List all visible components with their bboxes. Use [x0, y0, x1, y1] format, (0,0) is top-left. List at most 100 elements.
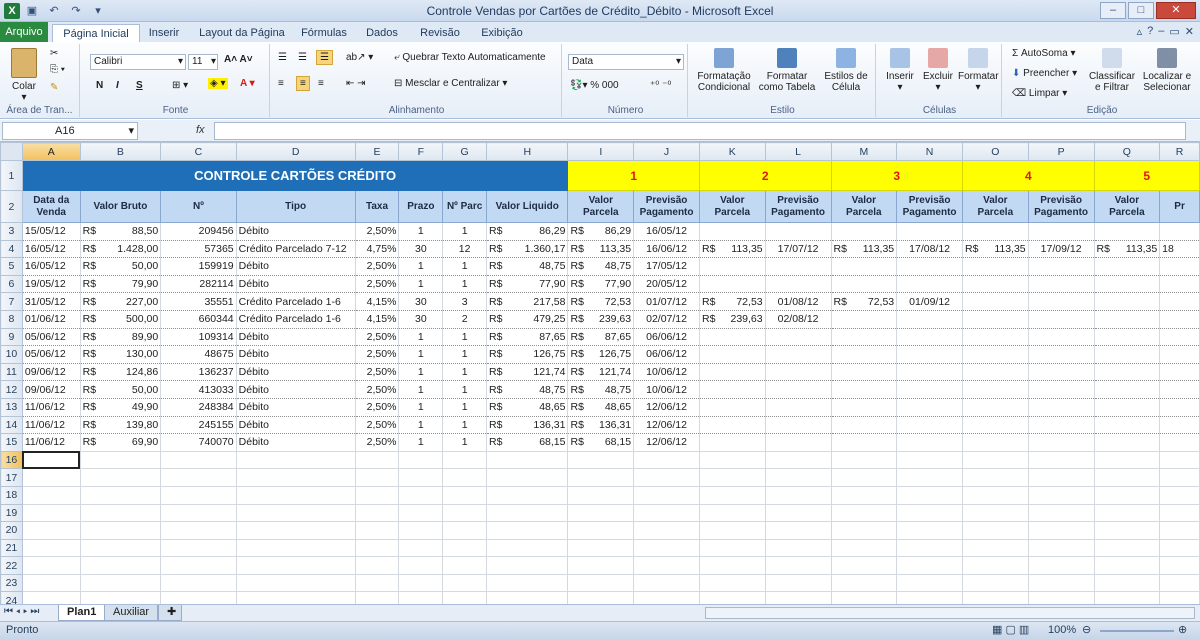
delete-cells-button[interactable]: Excluir ▾ [920, 48, 956, 93]
cell-i5[interactable]: R$ 48,75 [567, 257, 635, 276]
column-title[interactable]: Valor Parcela [1093, 190, 1161, 223]
cell-f5[interactable]: 1 [398, 257, 444, 276]
cell-j23[interactable] [633, 573, 700, 593]
cell-m18[interactable] [830, 485, 898, 505]
cell-n23[interactable] [896, 573, 964, 593]
doc-restore-icon[interactable]: ▭ [1169, 25, 1179, 38]
cell-e6[interactable]: 2,50% [354, 274, 400, 294]
cell-m6[interactable] [830, 274, 898, 294]
close-icon[interactable]: ✕ [1156, 2, 1196, 19]
cell-q11[interactable] [1093, 362, 1161, 382]
cell-r9[interactable] [1159, 327, 1200, 347]
cell-b9[interactable]: R$ 89,90 [79, 327, 162, 347]
cut-icon[interactable]: ✂ [50, 48, 58, 59]
cell-g23[interactable] [442, 573, 487, 593]
cell-b16[interactable] [79, 450, 162, 470]
cell-m20[interactable] [830, 521, 898, 540]
cell-c10[interactable]: 48675 [160, 345, 237, 364]
cell-n22[interactable] [896, 556, 964, 575]
cell-l4[interactable]: 17/07/12 [764, 239, 832, 259]
column-title[interactable]: Previsão Pagamento [896, 190, 964, 223]
cell-e11[interactable]: 2,50% [354, 362, 400, 382]
cell-e22[interactable] [354, 556, 400, 575]
cell-l12[interactable] [764, 380, 832, 399]
cell-n17[interactable] [896, 468, 964, 487]
column-header-c[interactable]: C [160, 142, 237, 161]
cell-m13[interactable] [830, 397, 898, 417]
cell-e7[interactable]: 4,15% [354, 292, 400, 311]
decimal-icon[interactable]: ⁺⁰ ⁻⁰ [650, 80, 671, 91]
cell-a5[interactable]: 16/05/12 [21, 257, 81, 276]
cell-i10[interactable]: R$ 126,75 [567, 345, 635, 364]
cell-r17[interactable] [1159, 468, 1200, 487]
underline-button[interactable]: S [136, 80, 143, 91]
cell-c14[interactable]: 245155 [160, 415, 237, 435]
cell-c8[interactable]: 660344 [160, 309, 237, 329]
indent-icon[interactable]: ⇤ ⇥ [346, 78, 366, 89]
zoom-out-icon[interactable]: ⊖ [1082, 623, 1091, 636]
cell-m7[interactable]: R$ 72,53 [830, 292, 898, 311]
cell-e16[interactable] [354, 450, 400, 470]
column-title[interactable]: Nº [160, 190, 237, 223]
doc-minimize-icon[interactable]: – [1158, 25, 1164, 38]
cell-o10[interactable] [962, 345, 1029, 364]
cell-i17[interactable] [567, 468, 635, 487]
sheet-tab-auxiliar[interactable]: Auxiliar [104, 605, 159, 621]
cell-r16[interactable] [1159, 450, 1200, 470]
cell-p17[interactable] [1027, 468, 1095, 487]
cell-r8[interactable] [1159, 309, 1200, 329]
cell-c21[interactable] [160, 538, 237, 558]
cell-k20[interactable] [699, 521, 766, 540]
column-header-r[interactable]: R [1159, 142, 1200, 161]
cell-n3[interactable] [896, 222, 964, 241]
row-header-23[interactable]: 23 [0, 573, 23, 593]
cell-r21[interactable] [1159, 538, 1200, 558]
cell-l23[interactable] [764, 573, 832, 593]
cell-i4[interactable]: R$ 113,35 [567, 239, 635, 259]
cell-l21[interactable] [764, 538, 832, 558]
cell-k8[interactable]: R$ 239,63 [699, 309, 766, 329]
cell-n21[interactable] [896, 538, 964, 558]
installment-header[interactable]: 2 [699, 160, 832, 191]
cell-e24[interactable] [354, 591, 400, 604]
cell-o6[interactable] [962, 274, 1029, 294]
cell-q23[interactable] [1093, 573, 1161, 593]
zoom-slider[interactable] [1100, 630, 1174, 632]
cell-e14[interactable]: 2,50% [354, 415, 400, 435]
cell-f10[interactable]: 1 [398, 345, 444, 364]
cell-i11[interactable]: R$ 121,74 [567, 362, 635, 382]
cell-e5[interactable]: 2,50% [354, 257, 400, 276]
cell-g6[interactable]: 1 [442, 274, 487, 294]
cell-f14[interactable]: 1 [398, 415, 444, 435]
cell-j16[interactable] [633, 450, 700, 470]
cell-h14[interactable]: R$ 136,31 [485, 415, 569, 435]
cell-f17[interactable] [398, 468, 444, 487]
row-header-19[interactable]: 19 [0, 503, 23, 523]
cell-o19[interactable] [962, 503, 1029, 523]
cell-p15[interactable] [1027, 433, 1095, 452]
cell-o4[interactable]: R$ 113,35 [962, 239, 1029, 259]
cell-f19[interactable] [398, 503, 444, 523]
cell-b23[interactable] [79, 573, 162, 593]
cell-b10[interactable]: R$ 130,00 [79, 345, 162, 364]
cell-l5[interactable] [764, 257, 832, 276]
installment-header[interactable]: 4 [962, 160, 1095, 191]
align-left-icon[interactable]: ≡ [278, 78, 284, 89]
cell-g13[interactable]: 1 [442, 397, 487, 417]
zoom-in-icon[interactable]: ⊕ [1178, 623, 1187, 636]
row-header-8[interactable]: 8 [0, 309, 23, 329]
cell-o3[interactable] [962, 222, 1029, 241]
cell-g16[interactable] [442, 450, 487, 470]
cell-a14[interactable]: 11/06/12 [21, 415, 81, 435]
installment-header[interactable]: 3 [830, 160, 964, 191]
cell-b5[interactable]: R$ 50,00 [79, 257, 162, 276]
cell-q20[interactable] [1093, 521, 1161, 540]
cell-e21[interactable] [354, 538, 400, 558]
cell-p19[interactable] [1027, 503, 1095, 523]
cell-b20[interactable] [79, 521, 162, 540]
cell-b11[interactable]: R$ 124,86 [79, 362, 162, 382]
sheet-nav-icon[interactable]: ⏮ ◂ ▸ ⏭ [4, 606, 39, 617]
cell-i9[interactable]: R$ 87,65 [567, 327, 635, 347]
cell-h3[interactable]: R$ 86,29 [485, 222, 569, 241]
align-right-icon[interactable]: ≡ [318, 78, 324, 89]
